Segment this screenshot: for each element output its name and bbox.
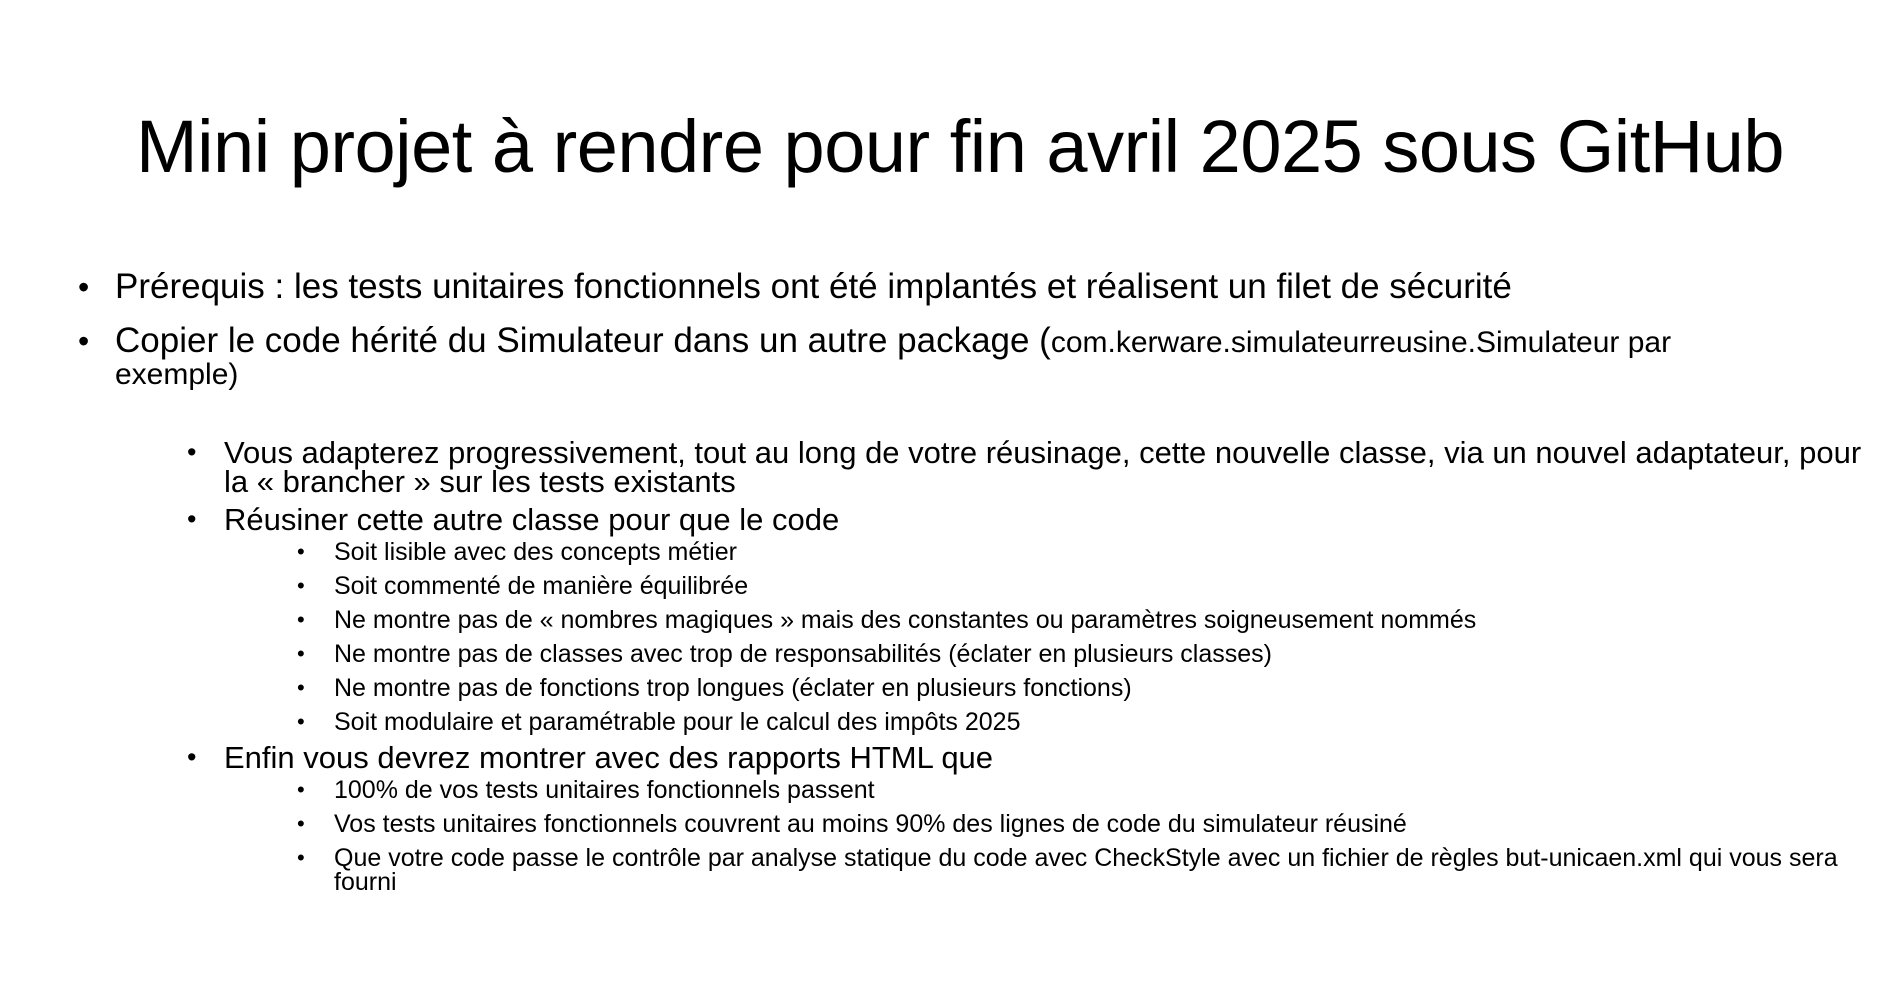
bullet-item-copier: • Copier le code hérité du Simulateur da…: [78, 323, 1868, 896]
criteria-item: • Soit commenté de manière équilibrée: [297, 572, 1868, 600]
bullet-text-tail: exemple): [115, 358, 239, 391]
bullet-item-prerequis: • Prérequis : les tests unitaires foncti…: [78, 269, 1868, 305]
report-list: • 100% de vos tests unitaires fonctionnel…: [297, 776, 1868, 896]
criteria-item: • Ne montre pas de « nombres magiques » m…: [297, 606, 1868, 634]
bullet-icon: •: [78, 269, 90, 305]
bullet-text: Prérequis : les tests unitaires fonction…: [115, 267, 1512, 306]
bullet-icon: •: [297, 539, 305, 564]
criteria-text: Soit commenté de manière équilibrée: [334, 572, 749, 600]
report-text: Que votre code passe le contrôle par ana…: [334, 844, 1838, 896]
criteria-text: Ne montre pas de fonctions trop longues …: [334, 674, 1132, 702]
report-item: • 100% de vos tests unitaires fonctionnel…: [297, 776, 1868, 804]
report-item: • Vos tests unitaires fonctionnels couvre…: [297, 810, 1868, 838]
report-item: • Que votre code passe le contrôle par an…: [297, 844, 1868, 896]
bullet-icon: •: [187, 504, 197, 534]
criteria-list: • Soit lisible avec des concepts métier •…: [297, 538, 1868, 736]
criteria-text: Ne montre pas de « nombres magiques » ma…: [334, 606, 1477, 634]
bullet-icon: •: [297, 845, 305, 870]
sub-item-text: Vous adapterez progressivement, tout au …: [224, 435, 1862, 499]
slide-content: • Prérequis : les tests unitaires foncti…: [78, 269, 1868, 918]
bullet-icon: •: [297, 607, 305, 632]
sub-item-text: Enfin vous devrez montrer avec des rappo…: [224, 740, 994, 775]
sub-item-adapter: • Vous adapterez progressivement, tout a…: [187, 435, 1868, 499]
bullet-icon: •: [78, 323, 90, 359]
sub-item-reusiner: • Réusiner cette autre classe pour que l…: [187, 502, 1868, 736]
bullet-icon: •: [297, 811, 305, 836]
package-name: com.kerware.simulateurreusine.Simulateur…: [1050, 326, 1672, 359]
bullet-icon: •: [297, 675, 305, 700]
bullet-icon: •: [297, 777, 305, 802]
sub-item-text: Réusiner cette autre classe pour que le …: [224, 502, 840, 537]
bullet-icon: •: [187, 742, 197, 772]
slide-title: Mini projet à rendre pour fin avril 2025…: [135, 105, 1785, 188]
criteria-item: • Soit modulaire et paramétrable pour le …: [297, 708, 1868, 736]
bullet-icon: •: [297, 641, 305, 666]
bullet-list: • Prérequis : les tests unitaires foncti…: [78, 269, 1868, 896]
criteria-text: Soit lisible avec des concepts métier: [334, 538, 737, 566]
sub-item-rapports: • Enfin vous devrez montrer avec des rap…: [187, 740, 1868, 896]
criteria-item: • Ne montre pas de classes avec trop de r…: [297, 640, 1868, 668]
sub-bullet-list: • Vous adapterez progressivement, tout a…: [187, 435, 1868, 896]
criteria-item: • Soit lisible avec des concepts métier: [297, 538, 1868, 566]
criteria-item: • Ne montre pas de fonctions trop longues…: [297, 674, 1868, 702]
criteria-text: Ne montre pas de classes avec trop de re…: [334, 640, 1272, 668]
criteria-text: Soit modulaire et paramétrable pour le c…: [334, 708, 1021, 736]
bullet-icon: •: [297, 709, 305, 734]
bullet-icon: •: [187, 437, 197, 467]
bullet-icon: •: [297, 573, 305, 598]
bullet-text: Copier le code hérité du Simulateur dans…: [115, 321, 1051, 360]
report-text: Vos tests unitaires fonctionnels couvren…: [334, 810, 1407, 838]
report-text: 100% de vos tests unitaires fonctionnels…: [334, 776, 875, 804]
slide: Mini projet à rendre pour fin avril 2025…: [0, 0, 1887, 992]
